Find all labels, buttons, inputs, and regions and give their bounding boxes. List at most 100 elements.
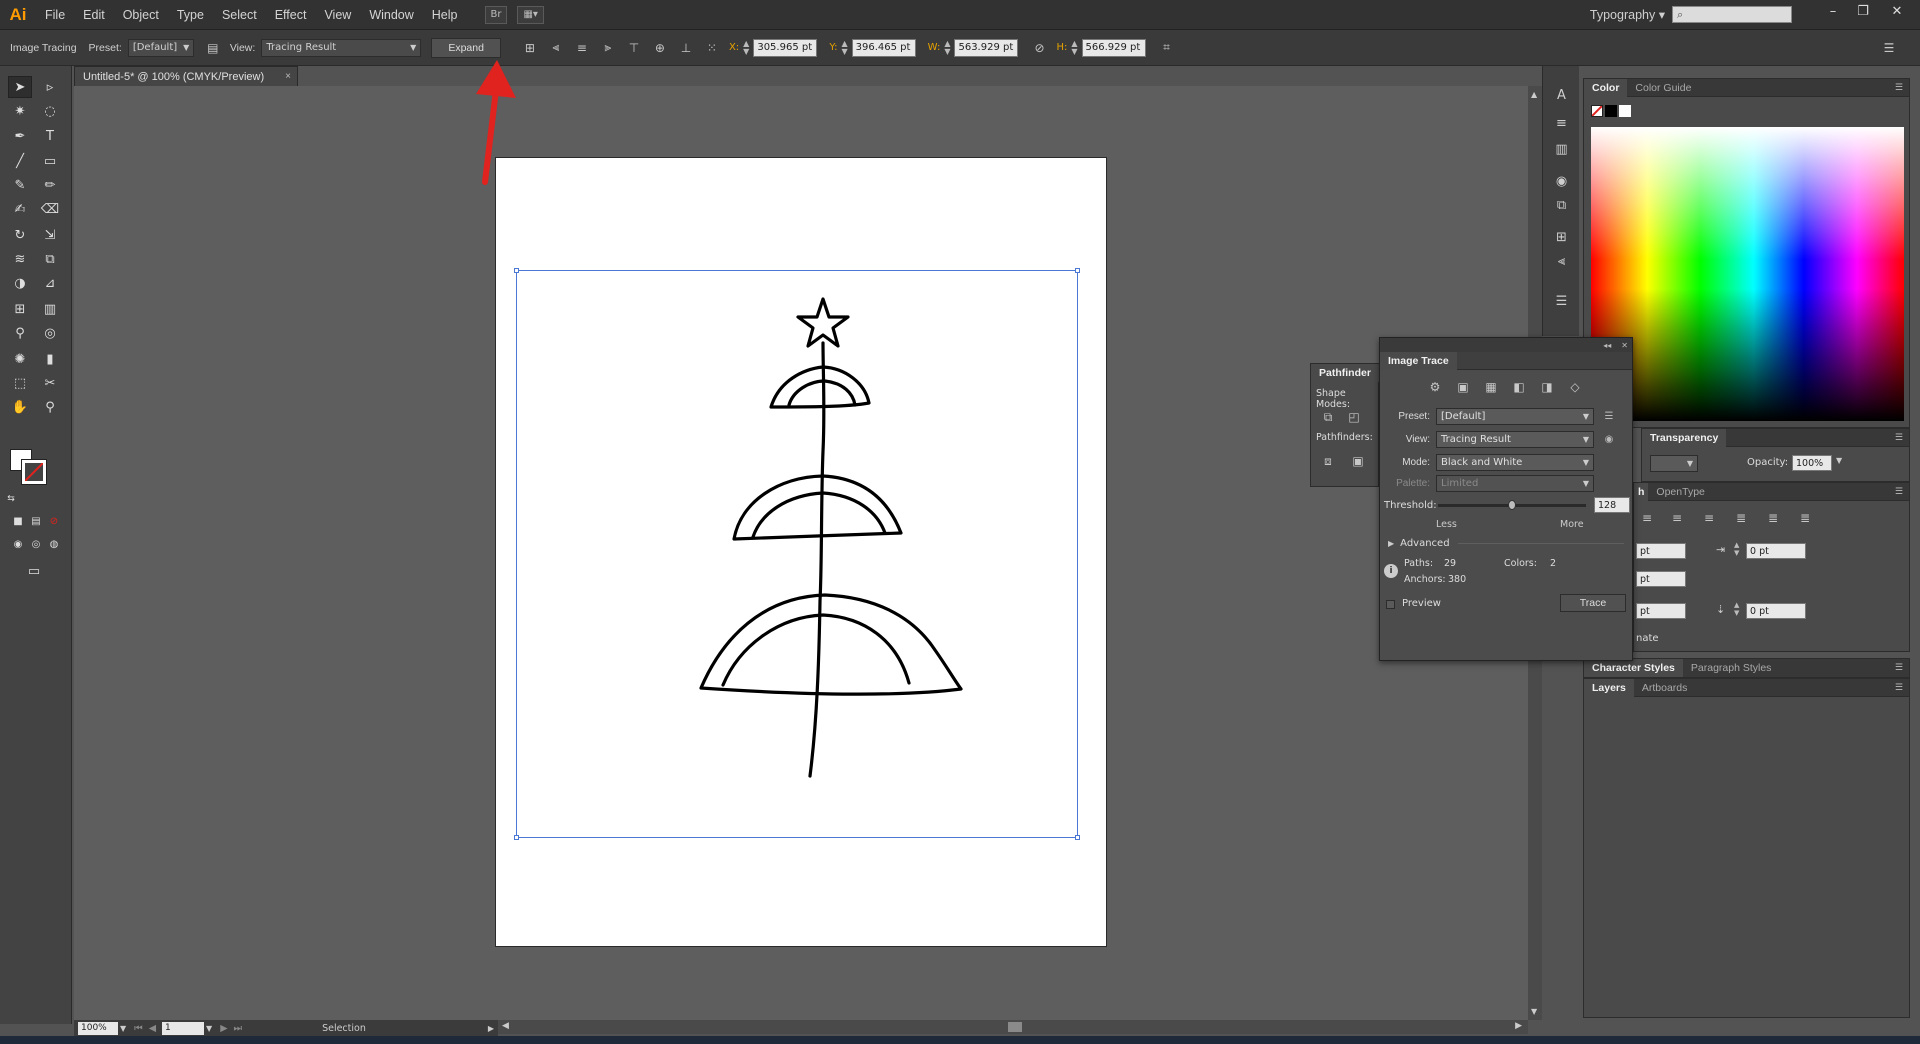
justify-left-icon[interactable]: ≣ bbox=[1732, 509, 1750, 527]
draw-inside-icon[interactable]: ◍ bbox=[46, 536, 62, 552]
draw-behind-icon[interactable]: ◎ bbox=[28, 536, 44, 552]
low-color-preset-icon[interactable]: ▦ bbox=[1482, 378, 1500, 396]
artboard[interactable] bbox=[495, 157, 1107, 947]
artboard-tool-icon[interactable]: ⬚ bbox=[8, 372, 32, 394]
unite-icon[interactable]: ⧉ bbox=[1319, 408, 1337, 426]
help-search-input[interactable]: ⌕ bbox=[1672, 6, 1792, 23]
tab-pathfinder[interactable]: Pathfinder bbox=[1311, 363, 1379, 382]
spinner-icon[interactable]: ▲ ▼ bbox=[1734, 541, 1739, 557]
black-swatch[interactable] bbox=[1605, 105, 1617, 117]
blend-tool-icon[interactable]: ◎ bbox=[38, 322, 62, 344]
menu-select[interactable]: Select bbox=[213, 0, 266, 30]
tab-image-trace[interactable]: Image Trace bbox=[1380, 351, 1457, 370]
selection-tool-icon[interactable]: ➤ bbox=[8, 76, 32, 98]
chevron-down-icon[interactable]: ▼ bbox=[206, 1024, 212, 1033]
outline-preset-icon[interactable]: ◇ bbox=[1566, 378, 1584, 396]
align-bottom-icon[interactable]: ⊥ bbox=[677, 39, 695, 57]
hand-tool-icon[interactable]: ✋ bbox=[8, 396, 32, 418]
workspace-switcher[interactable]: Typography ▾ bbox=[1590, 7, 1665, 22]
document-tab[interactable]: Untitled-5* @ 100% (CMYK/Preview) × bbox=[74, 66, 298, 86]
w-field[interactable]: 563.929 pt bbox=[954, 38, 1019, 57]
transform-icon[interactable]: ⌗ bbox=[1158, 39, 1176, 57]
rotate-tool-icon[interactable]: ↻ bbox=[8, 224, 32, 246]
trace-view-select[interactable]: Tracing Result ▼ bbox=[1436, 430, 1594, 448]
align-right-icon[interactable]: ≡ bbox=[1700, 509, 1718, 527]
color-mode-icon[interactable]: ■ bbox=[10, 513, 26, 529]
close-window-button[interactable]: ✕ bbox=[1882, 0, 1912, 22]
tab-artboards[interactable]: Artboards bbox=[1634, 679, 1696, 697]
trace-button[interactable]: Trace bbox=[1560, 594, 1626, 612]
menu-type[interactable]: Type bbox=[168, 0, 213, 30]
close-document-icon[interactable]: × bbox=[285, 71, 291, 82]
restore-button[interactable]: ❐ bbox=[1848, 0, 1878, 22]
first-line-indent-field[interactable]: pt bbox=[1636, 571, 1686, 587]
free-transform-tool-icon[interactable]: ⧉ bbox=[38, 248, 62, 270]
menu-file[interactable]: File bbox=[36, 0, 74, 30]
current-tool-status[interactable]: Selection bbox=[322, 1023, 366, 1034]
tab-color-guide[interactable]: Color Guide bbox=[1627, 79, 1699, 97]
zoom-field[interactable]: 100% bbox=[78, 1021, 118, 1035]
pen-tool-icon[interactable]: ✒ bbox=[8, 125, 32, 147]
align-top-icon[interactable]: ⊤ bbox=[625, 39, 643, 57]
align-left-icon[interactable]: ⫷ bbox=[547, 39, 565, 57]
arrange-documents-button[interactable]: ▦▾ bbox=[517, 5, 544, 24]
shape-builder-tool-icon[interactable]: ◑ bbox=[8, 272, 32, 294]
constrain-proportions-icon[interactable]: ⊘ bbox=[1030, 39, 1048, 57]
align-options-icon[interactable]: ⊞ bbox=[521, 39, 539, 57]
align-left-icon[interactable]: ≡ bbox=[1638, 509, 1656, 527]
tab-character-styles[interactable]: Character Styles bbox=[1584, 659, 1683, 677]
previous-artboard-icon[interactable]: ◀ bbox=[149, 1023, 156, 1034]
menu-help[interactable]: Help bbox=[423, 0, 467, 30]
gradient-panel-icon[interactable]: ▥ bbox=[1552, 140, 1571, 159]
eyedropper-tool-icon[interactable]: ⚲ bbox=[8, 322, 32, 344]
perspective-grid-tool-icon[interactable]: ⊿ bbox=[38, 272, 62, 294]
screen-mode-icon[interactable]: ▭ bbox=[22, 560, 46, 582]
bridge-button[interactable]: Br bbox=[484, 5, 508, 24]
align-right-icon[interactable]: ⫸ bbox=[599, 39, 617, 57]
scroll-down-icon[interactable]: ▼ bbox=[1531, 1007, 1537, 1016]
blob-brush-tool-icon[interactable]: ✍ bbox=[8, 198, 32, 220]
spinner-icon[interactable]: ▲ ▼ bbox=[944, 39, 950, 56]
align-center-icon[interactable]: ≡ bbox=[1668, 509, 1686, 527]
minus-front-icon[interactable]: ◰ bbox=[1345, 408, 1363, 426]
space-after-field[interactable]: 0 pt bbox=[1746, 603, 1806, 619]
stroke-swatch[interactable] bbox=[21, 459, 47, 485]
panel-menu-icon[interactable]: ☰ bbox=[1895, 663, 1903, 673]
h-field[interactable]: 566.929 pt bbox=[1081, 38, 1146, 57]
trim-icon[interactable]: ▣ bbox=[1349, 452, 1367, 470]
preset-select[interactable]: [Default] ▼ bbox=[127, 38, 194, 57]
chevron-down-icon[interactable]: ▼ bbox=[120, 1024, 126, 1033]
black-white-preset-icon[interactable]: ◨ bbox=[1538, 378, 1556, 396]
line-tool-icon[interactable]: ╱ bbox=[8, 150, 32, 172]
chevron-down-icon[interactable]: ▼ bbox=[1836, 456, 1842, 465]
status-menu-icon[interactable]: ▶ bbox=[488, 1024, 494, 1033]
next-artboard-icon[interactable]: ▶ bbox=[220, 1023, 227, 1034]
slice-tool-icon[interactable]: ✂ bbox=[38, 372, 62, 394]
align-middle-icon[interactable]: ⊕ bbox=[651, 39, 669, 57]
spinner-icon[interactable]: ▲ ▼ bbox=[841, 39, 847, 56]
scroll-left-icon[interactable]: ◀ bbox=[502, 1021, 509, 1031]
preview-checkbox[interactable] bbox=[1386, 600, 1395, 609]
type-tool-icon[interactable]: T bbox=[38, 125, 62, 147]
left-indent-field[interactable]: pt bbox=[1636, 543, 1686, 559]
menu-effect[interactable]: Effect bbox=[266, 0, 316, 30]
close-panel-icon[interactable]: ✕ bbox=[1621, 341, 1628, 350]
control-bar-menu-icon[interactable]: ☰ bbox=[1880, 39, 1898, 57]
menu-window[interactable]: Window bbox=[360, 0, 422, 30]
grayscale-preset-icon[interactable]: ◧ bbox=[1510, 378, 1528, 396]
mesh-tool-icon[interactable]: ⊞ bbox=[8, 298, 32, 320]
horizontal-scrollbar[interactable]: ◀ ▶ bbox=[498, 1020, 1528, 1034]
zoom-tool-icon[interactable]: ⚲ bbox=[38, 396, 62, 418]
scroll-right-icon[interactable]: ▶ bbox=[1515, 1021, 1522, 1031]
width-tool-icon[interactable]: ≋ bbox=[8, 248, 32, 270]
direct-selection-tool-icon[interactable]: ▹ bbox=[38, 76, 62, 98]
divide-icon[interactable]: ⧈ bbox=[1319, 452, 1337, 470]
right-indent-field[interactable]: 0 pt bbox=[1746, 543, 1806, 559]
image-trace-panel-icon[interactable]: ▤ bbox=[204, 39, 222, 57]
first-artboard-icon[interactable]: ⏮ bbox=[134, 1023, 143, 1034]
tab-paragraph-styles[interactable]: Paragraph Styles bbox=[1683, 659, 1780, 677]
tab-paragraph[interactable]: h bbox=[1634, 482, 1649, 501]
opacity-field[interactable]: 100% bbox=[1792, 455, 1832, 471]
canvas-area[interactable] bbox=[74, 60, 1528, 1020]
trace-mode-select[interactable]: Black and White ▼ bbox=[1436, 453, 1594, 471]
